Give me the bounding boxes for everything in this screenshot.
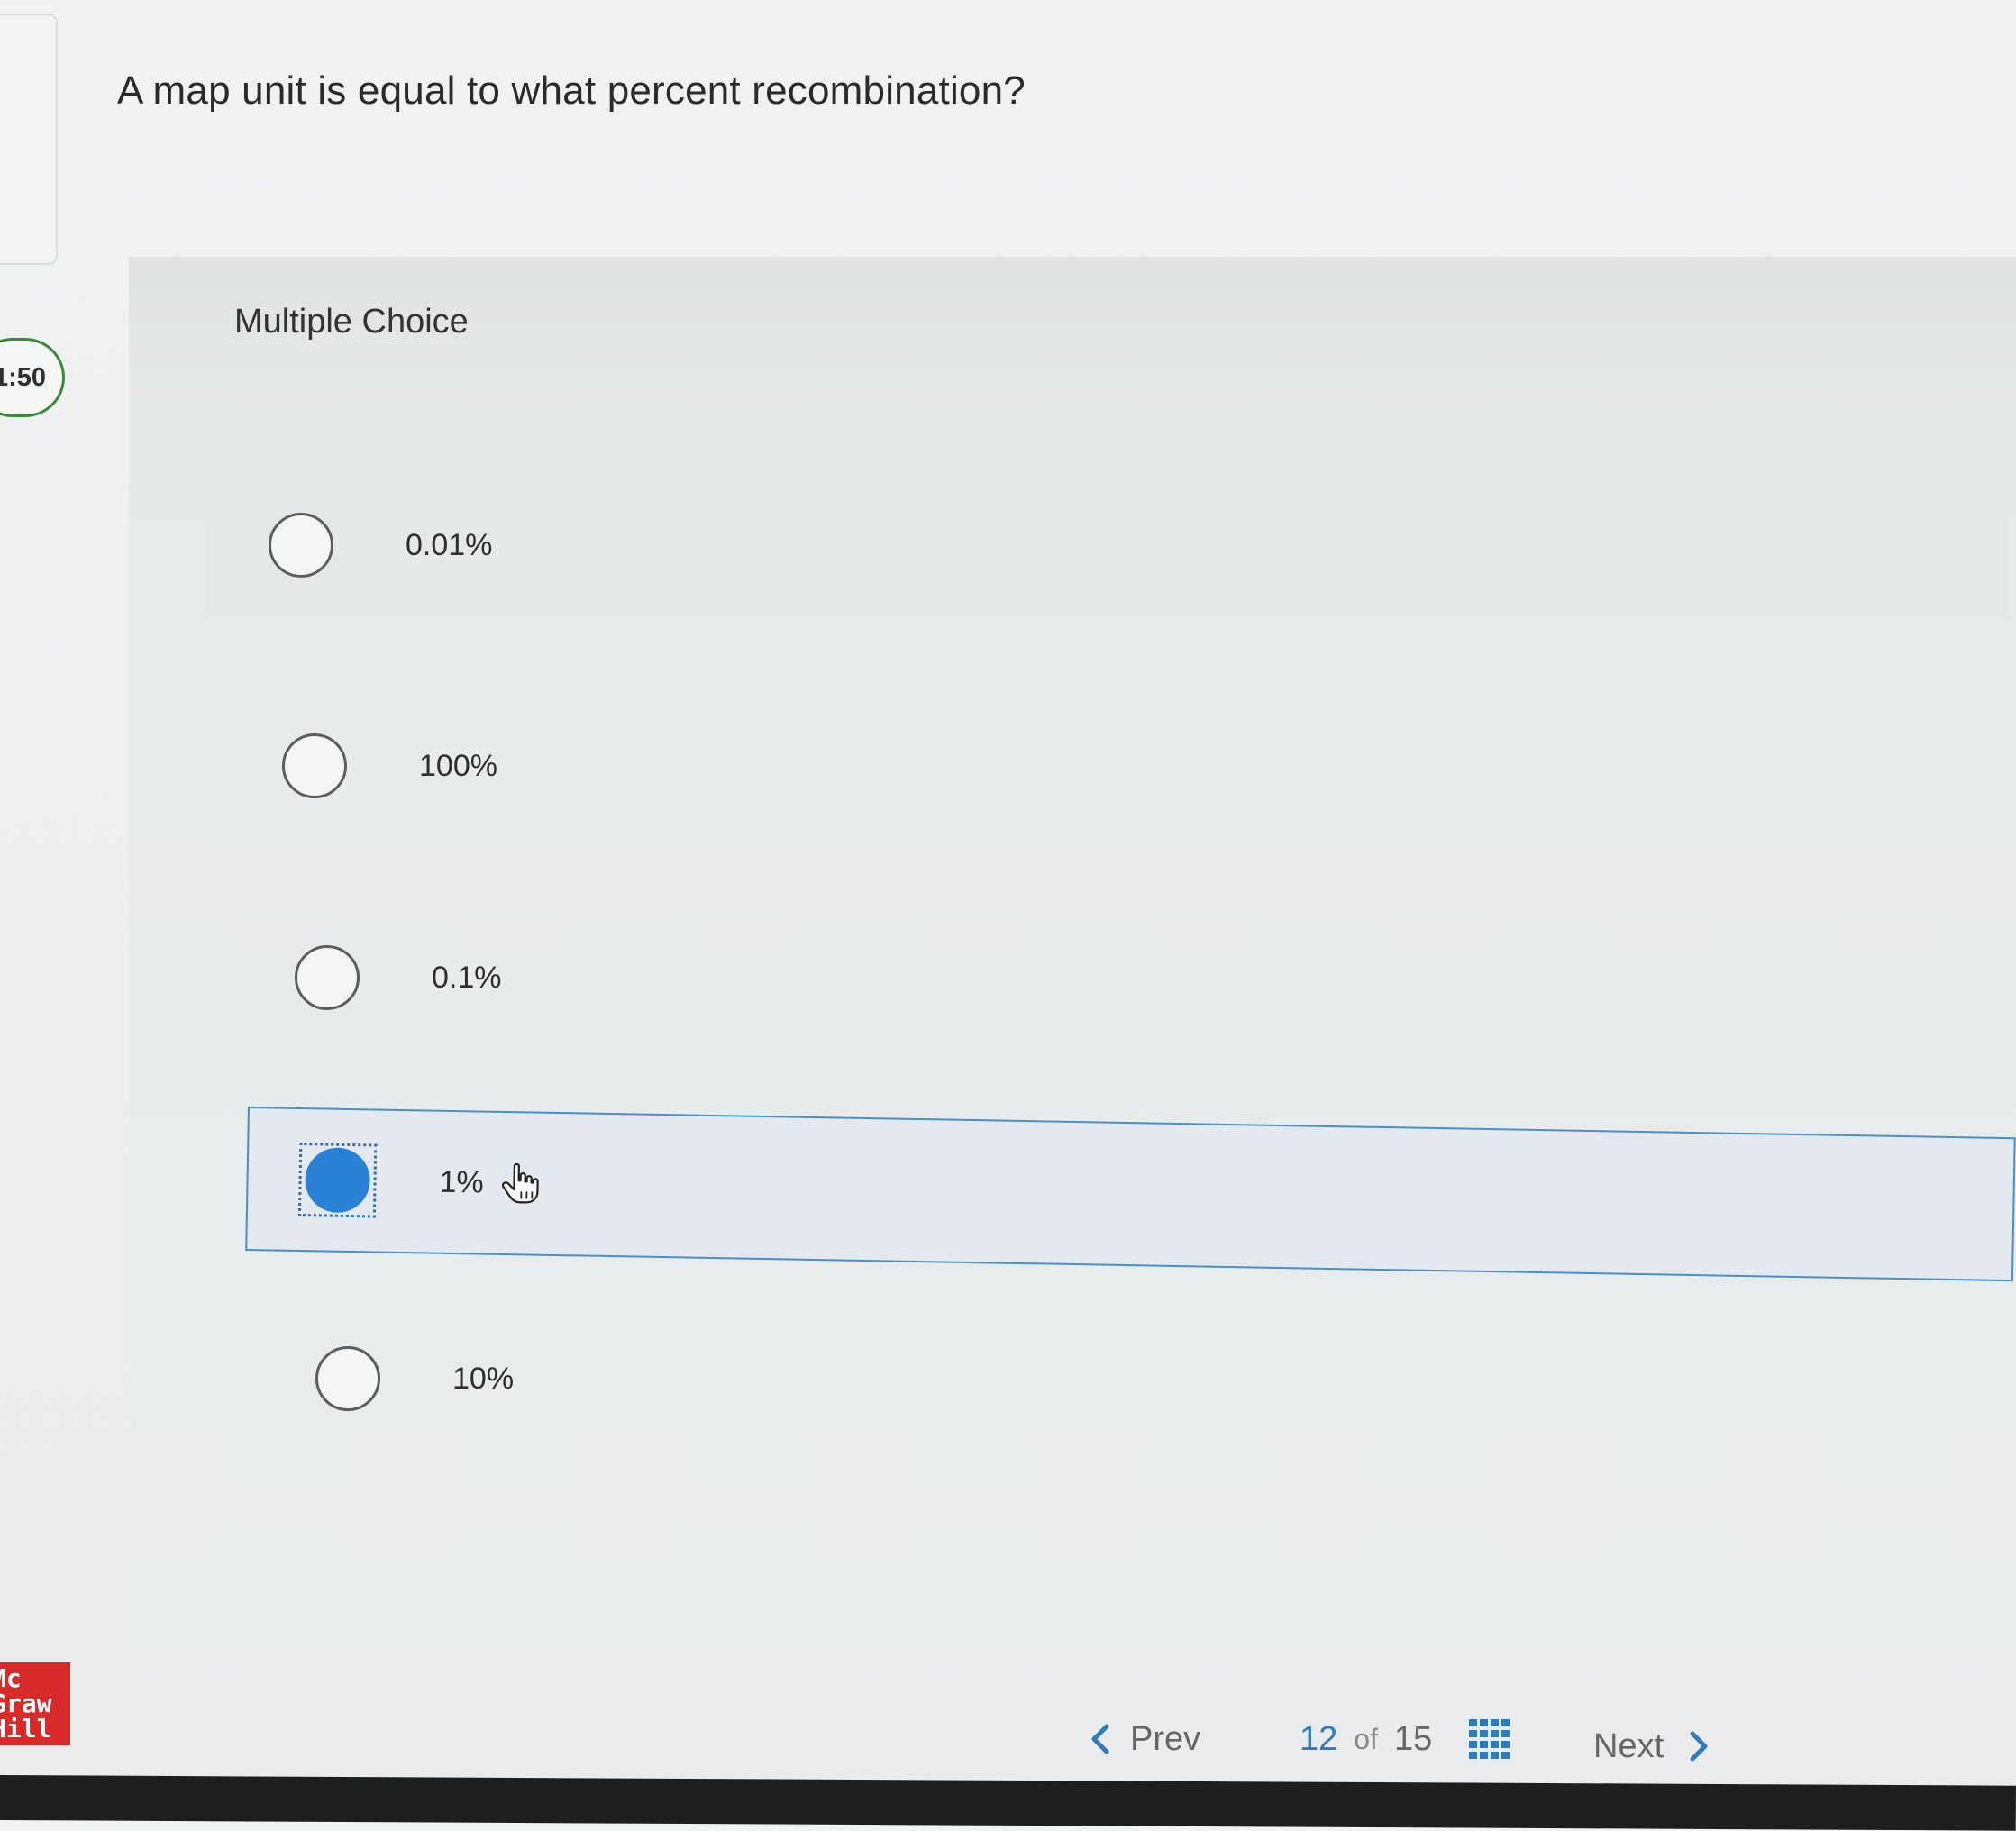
page-of-label: of	[1354, 1723, 1378, 1756]
radio-button[interactable]	[282, 733, 347, 798]
chevron-right-icon	[1687, 1730, 1710, 1763]
quiz-screen: 1:50 A map unit is equal to what percent…	[0, 0, 2016, 1820]
radio-button-selected[interactable]	[305, 1147, 370, 1213]
page-indicator: 12 of 15	[1300, 1712, 1432, 1766]
prev-label: Prev	[1130, 1720, 1200, 1759]
option-label: 10%	[452, 1362, 514, 1397]
side-panel	[0, 14, 58, 265]
answer-option-selected[interactable]: 1%	[245, 1107, 2015, 1281]
radio-focus-outline[interactable]	[298, 1143, 377, 1217]
total-pages: 15	[1394, 1720, 1432, 1759]
next-button[interactable]: Next	[1593, 1719, 1710, 1773]
option-label: 0.01%	[406, 528, 492, 563]
answer-option[interactable]: 100%	[221, 689, 2014, 843]
question-text: A map unit is equal to what percent reco…	[117, 68, 1026, 114]
answer-option[interactable]: 0.01%	[205, 473, 2008, 617]
chevron-left-icon	[1089, 1723, 1112, 1755]
radio-button[interactable]	[269, 513, 333, 578]
grid-icon[interactable]	[1469, 1719, 1510, 1759]
timer-text: 1:50	[0, 363, 46, 393]
logo-line: Graw	[0, 1691, 70, 1717]
option-label: 0.1%	[432, 961, 502, 996]
answer-option[interactable]: 0.1%	[236, 910, 2016, 1045]
radio-button[interactable]	[315, 1346, 380, 1411]
hand-pointer-icon	[501, 1162, 540, 1205]
logo-line: Hill	[0, 1717, 70, 1742]
prev-button[interactable]: Prev	[1089, 1712, 1200, 1766]
timer-badge: 1:50	[0, 338, 65, 417]
screen-bezel	[0, 1775, 2016, 1831]
question-type-label: Multiple Choice	[234, 303, 469, 342]
logo-line: Mc	[0, 1666, 70, 1691]
current-page: 12	[1300, 1720, 1337, 1759]
publisher-logo: Mc Graw Hill	[0, 1662, 70, 1745]
next-label: Next	[1593, 1727, 1664, 1766]
radio-button[interactable]	[295, 945, 360, 1010]
answer-option[interactable]: 10%	[257, 1311, 2014, 1446]
option-label: 1%	[439, 1164, 484, 1200]
option-label: 100%	[419, 749, 497, 784]
